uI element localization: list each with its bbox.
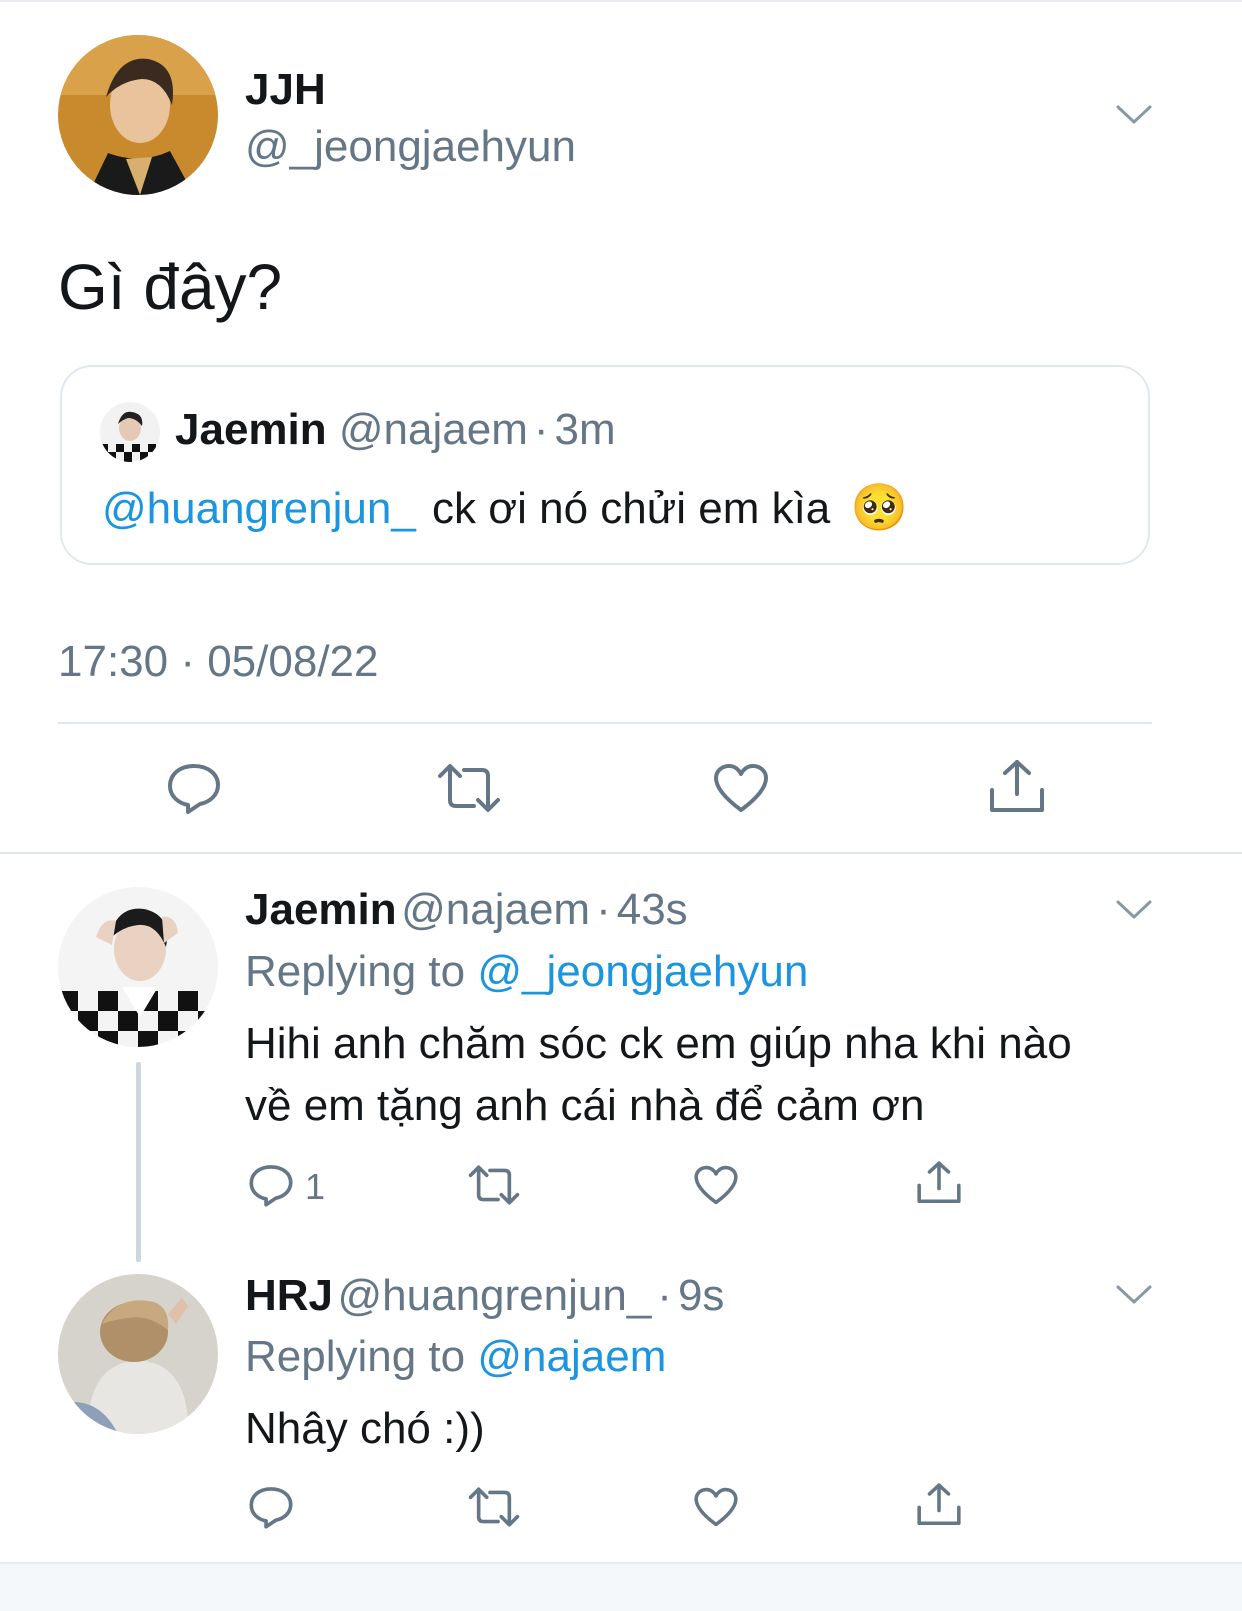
avatar-hrj-image bbox=[58, 1274, 218, 1434]
section-divider bbox=[0, 852, 1242, 854]
share-icon[interactable] bbox=[988, 758, 1046, 816]
reply1-time[interactable]: 43s bbox=[617, 885, 688, 934]
chevron-down-icon[interactable] bbox=[1116, 104, 1152, 126]
replying-to-link[interactable]: @najaem bbox=[477, 1332, 666, 1381]
replying-label: Replying to bbox=[245, 1332, 466, 1381]
bottom-strip bbox=[0, 1562, 1242, 1611]
like-icon[interactable] bbox=[712, 762, 770, 814]
reply2-name[interactable]: HRJ bbox=[245, 1271, 333, 1320]
tweet-timestamp[interactable]: 17:30 · 05/08/22 bbox=[58, 637, 378, 687]
reply1-text-line1: Hihi anh chăm sóc ck em giúp nha khi nào bbox=[245, 1019, 1072, 1068]
quoted-dot: · bbox=[533, 405, 549, 454]
top-border bbox=[0, 0, 1242, 2]
like-icon[interactable] bbox=[693, 1486, 739, 1528]
replying-label: Replying to bbox=[245, 947, 466, 996]
thread-connector bbox=[136, 1062, 141, 1262]
reply1-dot: · bbox=[596, 885, 611, 934]
reply1-replying-to: Replying to @_jeongjaehyun bbox=[245, 947, 808, 997]
reply2-header: HRJ @huangrenjun_ · 9s bbox=[245, 1271, 724, 1321]
reply1-header: Jaemin @najaem · 43s bbox=[245, 885, 688, 935]
pleading-face-emoji: 🥺 bbox=[850, 481, 908, 533]
share-icon[interactable] bbox=[916, 1482, 962, 1528]
avatar-jjh[interactable] bbox=[58, 35, 218, 195]
reply2-handle[interactable]: @huangrenjun_ bbox=[337, 1271, 651, 1320]
tweet-text: Gì đây? bbox=[58, 251, 283, 323]
action-divider bbox=[58, 722, 1152, 724]
retweet-icon[interactable] bbox=[467, 1486, 521, 1528]
author-name[interactable]: JJH bbox=[245, 65, 326, 115]
share-icon[interactable] bbox=[916, 1160, 962, 1206]
chevron-down-icon[interactable] bbox=[1116, 1284, 1152, 1306]
like-icon[interactable] bbox=[693, 1164, 739, 1206]
reply1-handle[interactable]: @najaem bbox=[401, 885, 590, 934]
reply2-time[interactable]: 9s bbox=[678, 1271, 724, 1320]
reply1-text-line2: về em tặng anh cái nhà để cảm ơn bbox=[245, 1081, 925, 1130]
avatar-jaemin-image bbox=[58, 887, 218, 1047]
reply-icon[interactable] bbox=[248, 1484, 294, 1530]
reply-icon[interactable] bbox=[166, 760, 222, 816]
quoted-body: @huangrenjun_ ck ơi nó chửi em kìa 🥺 bbox=[102, 480, 908, 535]
replying-to-link[interactable]: @_jeongjaehyun bbox=[477, 947, 808, 996]
author-handle[interactable]: @_jeongjaehyun bbox=[245, 122, 576, 172]
avatar-jjh-image bbox=[58, 35, 218, 195]
quoted-handle[interactable]: @najaem bbox=[339, 405, 528, 454]
quoted-header: Jaemin @najaem · 3m bbox=[175, 405, 616, 455]
avatar-jaemin[interactable] bbox=[58, 887, 218, 1047]
reply1-name[interactable]: Jaemin bbox=[245, 885, 397, 934]
chevron-down-icon[interactable] bbox=[1116, 899, 1152, 921]
reply2-text: Nhây chó :)) bbox=[245, 1404, 485, 1453]
quoted-mention-link[interactable]: @huangrenjun_ bbox=[102, 484, 416, 533]
quoted-name[interactable]: Jaemin bbox=[175, 405, 327, 454]
reply-icon[interactable] bbox=[248, 1162, 294, 1208]
quoted-time: 3m bbox=[554, 405, 616, 454]
reply2-replying-to: Replying to @najaem bbox=[245, 1332, 666, 1382]
retweet-icon[interactable] bbox=[436, 762, 502, 814]
retweet-icon[interactable] bbox=[467, 1164, 521, 1206]
quoted-tweet-card[interactable]: Jaemin @najaem · 3m @huangrenjun_ ck ơi nó… bbox=[60, 365, 1150, 565]
reply-count: 1 bbox=[305, 1166, 326, 1207]
quoted-avatar bbox=[100, 402, 160, 462]
quoted-text: ck ơi nó chửi em kìa bbox=[432, 484, 831, 533]
reply2-dot: · bbox=[657, 1271, 672, 1320]
avatar-hrj[interactable] bbox=[58, 1274, 218, 1434]
